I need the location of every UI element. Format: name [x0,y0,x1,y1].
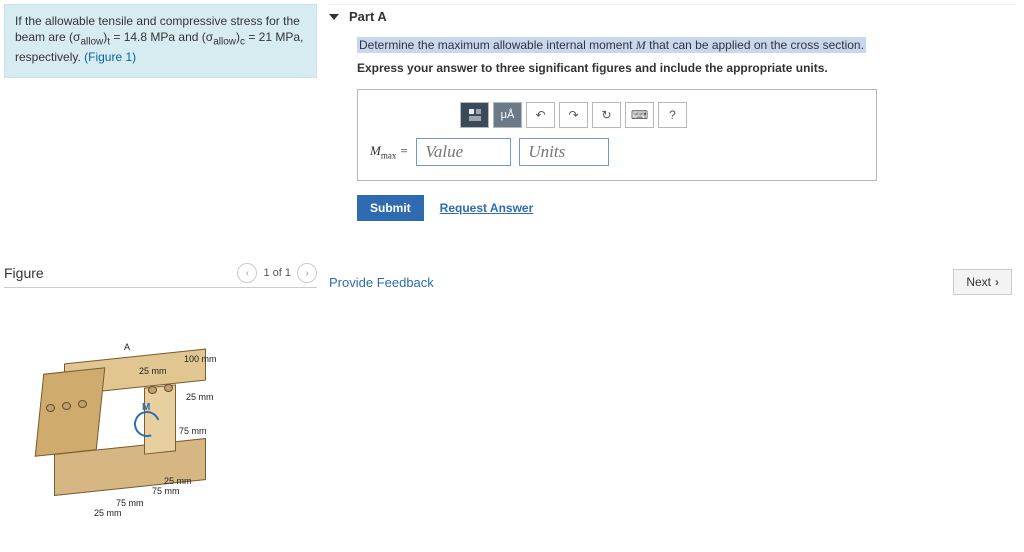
dim-75c: 75 mm [116,498,144,508]
keyboard-button[interactable]: ⌨ [625,102,654,128]
figure-pager-text: 1 of 1 [263,267,291,279]
sigma-t-val: = 14.8 MPa [113,30,175,44]
problem-and: and [178,30,201,44]
sigma-t-sym: (σallow)t [69,30,110,44]
dim-25a: 25 mm [139,366,167,376]
figure-link[interactable]: (Figure 1) [84,50,136,64]
units-input[interactable] [519,138,609,166]
problem-statement: If the allowable tensile and compressive… [4,4,317,78]
redo-button[interactable]: ↷ [559,102,588,128]
dim-25b: 25 mm [186,392,214,402]
units-button[interactable]: μÅ [493,102,522,128]
answer-toolbar: μÅ ↶ ↷ ↻ ⌨ ? [460,102,864,128]
moment-label: M [142,402,150,413]
figure-image: M A 100 mm 25 mm 25 mm 75 mm 25 mm 75 mm… [24,296,244,516]
dim-25d: 25 mm [94,508,122,518]
value-input[interactable] [416,138,511,166]
question-line: Determine the maximum allowable internal… [357,38,1016,53]
template-button[interactable] [460,102,489,128]
instruction-text: Express your answer to three significant… [357,61,1016,75]
figure-prev-button[interactable]: ‹ [237,263,257,283]
submit-button[interactable]: Submit [357,195,424,221]
help-button[interactable]: ? [658,102,687,128]
next-label: Next [966,275,991,289]
chevron-right-icon: › [995,275,999,289]
figure-pager: ‹ 1 of 1 › [237,263,317,283]
sigma-c-sym: (σallow)c [202,30,245,44]
dim-25c: 25 mm [164,476,192,486]
next-button[interactable]: Next › [953,269,1012,295]
request-answer-link[interactable]: Request Answer [440,201,534,215]
dim-100: 100 mm [184,354,217,364]
undo-button[interactable]: ↶ [526,102,555,128]
figure-next-button[interactable]: › [297,263,317,283]
part-a-label: Part A [349,9,387,24]
part-a-header[interactable]: Part A [329,4,1016,28]
mmax-label: Mmax = [370,143,408,161]
dim-75b: 75 mm [152,486,180,496]
provide-feedback-link[interactable]: Provide Feedback [329,275,434,290]
fraction-icon [468,108,482,122]
answer-box: μÅ ↶ ↷ ↻ ⌨ ? Mmax = [357,89,877,181]
reset-button[interactable]: ↻ [592,102,621,128]
caret-down-icon [329,14,339,20]
dim-A: A [124,342,130,352]
dim-75a: 75 mm [179,426,207,436]
figure-title: Figure [4,265,44,281]
